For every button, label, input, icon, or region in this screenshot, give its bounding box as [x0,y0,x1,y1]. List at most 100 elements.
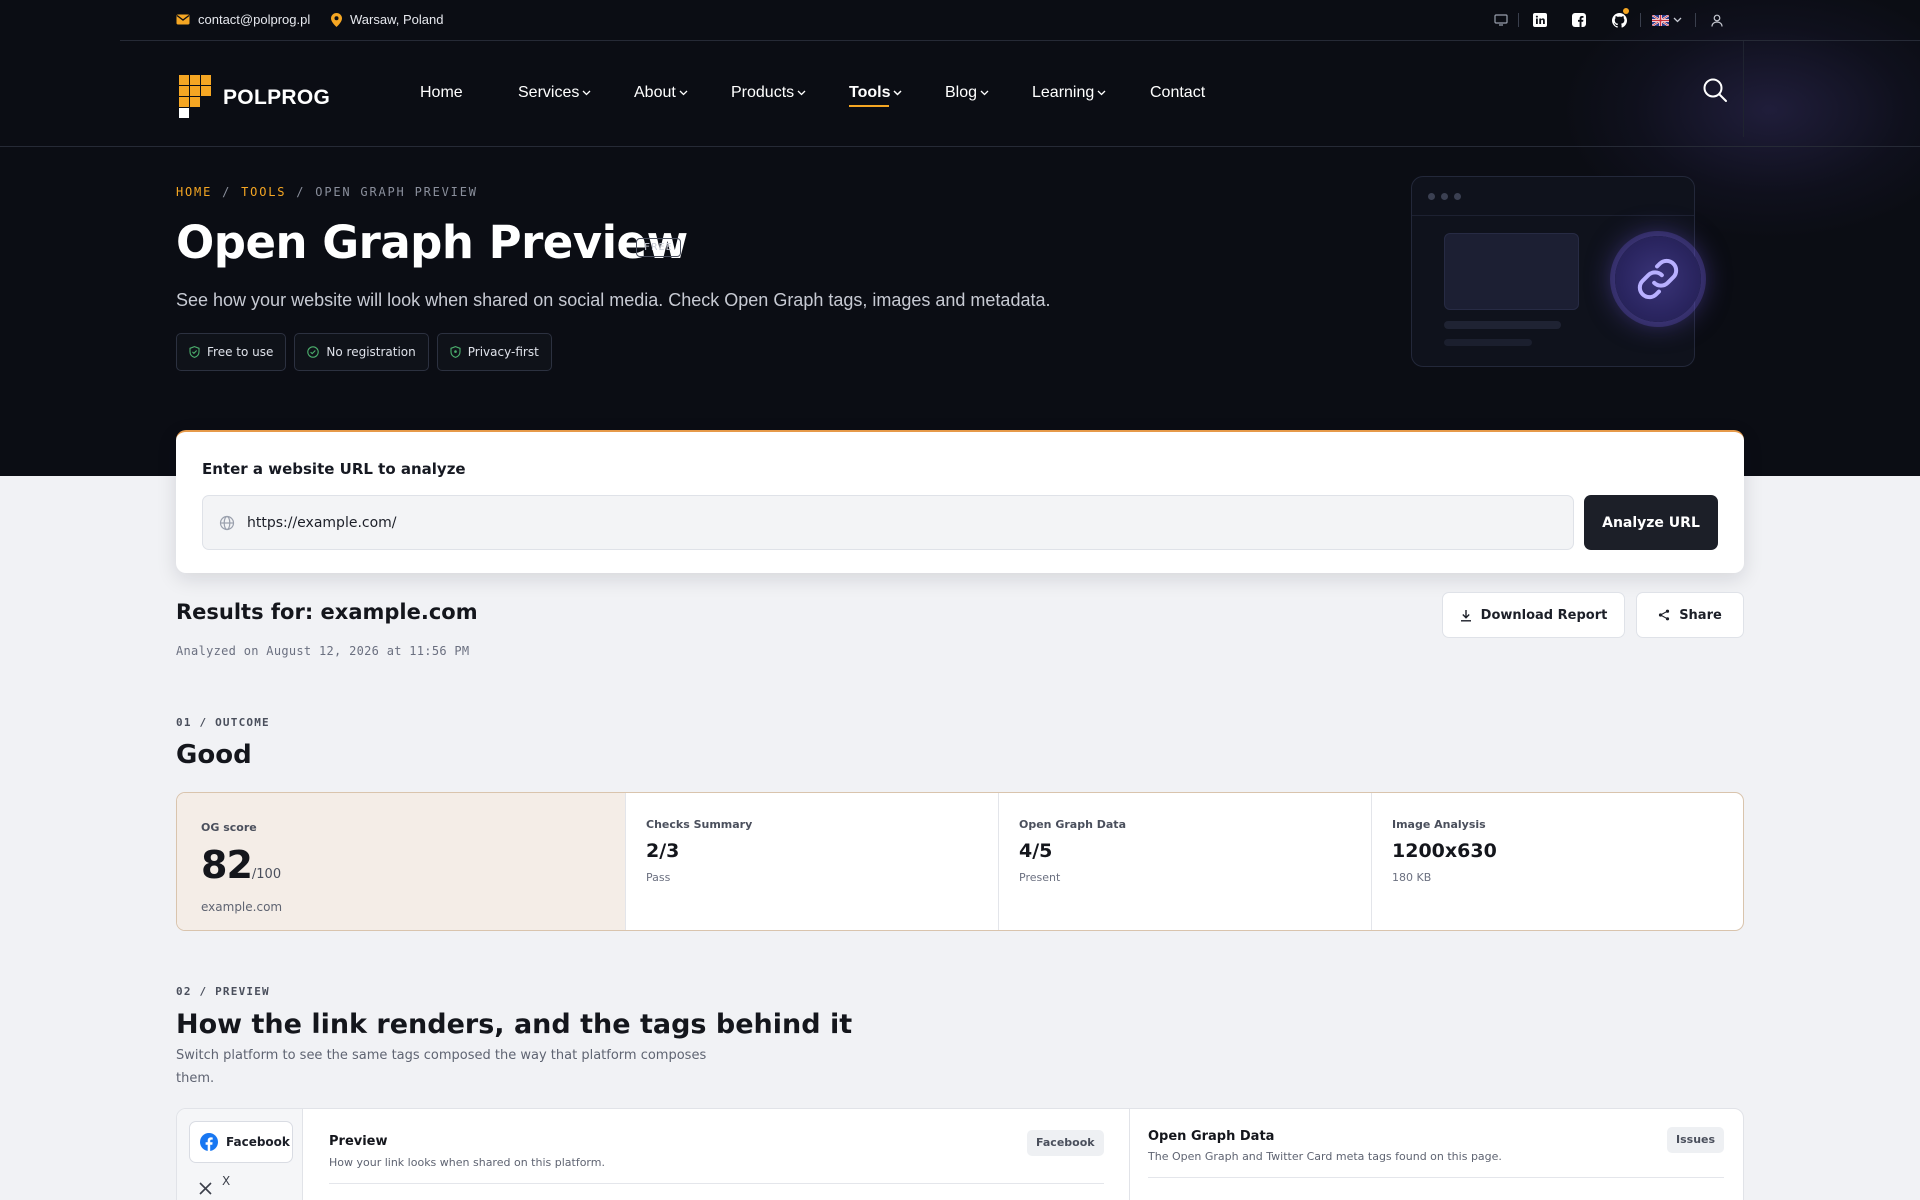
platform-tab-x[interactable]: X [199,1174,230,1195]
platform-chip: Facebook [1027,1130,1104,1156]
contact-email[interactable]: contact@polprog.pl [176,12,310,27]
facebook-icon[interactable] [1568,9,1590,31]
nav-item-label: Home [420,84,463,101]
page-title: Open Graph Preview [176,216,688,269]
og-score-domain: example.com [201,900,283,914]
divider [1412,215,1694,216]
outcome-title: Good [176,740,252,770]
breadcrumb-tools[interactable]: TOOLS [241,185,286,199]
top-bar-actions [1490,8,1728,31]
link-icon [1615,236,1701,322]
og-score-label: OG score [201,821,257,834]
logo[interactable]: POLPROG [179,75,330,121]
analysis-date: Analyzed on August 12, 2026 at 11:56 PM [176,644,470,658]
shield-check-icon [189,346,200,358]
download-icon [1460,609,1471,621]
platform-tab-label: X [222,1174,231,1188]
stat-note: Present [1019,871,1061,884]
nav-item-label: Blog [945,84,978,101]
chevron-down-icon [679,90,688,96]
nav-item-label: Learning [1032,84,1095,101]
section-kicker-preview: 02 / PREVIEW [176,985,270,998]
url-input[interactable] [247,514,1547,531]
checks-summary-card: Checks Summary 2/3 Pass [625,793,998,930]
url-label: Enter a website URL to analyze [202,460,466,478]
chevron-down-icon [893,90,903,96]
feature-pill-label: Free to use [207,345,274,359]
platform-tab-label: Facebook [226,1135,290,1149]
text-placeholder [1444,339,1532,346]
shield-icon [450,346,461,358]
x-logo-icon [199,1181,212,1195]
nav-item-label: Products [731,84,795,101]
breadcrumb: HOME / TOOLS / OPEN GRAPH PREVIEW [176,185,478,199]
linkedin-icon[interactable] [1529,9,1551,31]
outcome-stats: OG score 82/100 example.com Checks Summa… [176,792,1744,931]
stat-label: Open Graph Data [1019,818,1126,831]
stat-value: 2/3 [646,840,680,862]
language-selector[interactable] [1647,9,1687,31]
window-dots [1428,193,1461,200]
divider [1518,13,1519,27]
og-score-card: OG score 82/100 example.com [177,793,625,930]
stat-label: Checks Summary [646,818,753,831]
feature-pill: Privacy-first [436,333,552,371]
platform-switcher: Facebook X [177,1109,303,1200]
open-graph-data-card: Open Graph Data 4/5 Present [998,793,1371,930]
preview-panel: Facebook X Preview How your link looks w… [176,1108,1744,1200]
nav-item-services[interactable]: Services [518,84,591,102]
nav-item-home[interactable]: Home [420,84,463,102]
hero-illustration [1411,176,1701,367]
feature-pill: No registration [294,333,429,371]
share-button[interactable]: Share [1636,592,1744,638]
og-data-title: Open Graph Data [1148,1129,1275,1144]
contact-email-text: contact@polprog.pl [198,12,311,27]
analyze-card: Enter a website URL to analyze Analyze U… [176,430,1744,573]
nav-item-label: About [634,84,676,101]
nav-item-products[interactable]: Products [731,84,806,102]
nav-item-about[interactable]: About [634,84,688,102]
section-kicker-outcome: 01 / OUTCOME [176,716,270,729]
nav-item-contact[interactable]: Contact [1150,84,1205,102]
stat-value: 1200x630 [1392,840,1497,862]
breadcrumb-current: OPEN GRAPH PREVIEW [315,185,478,199]
search-button[interactable] [1702,77,1728,103]
chevron-down-icon [1097,90,1106,96]
chevron-down-icon [582,90,591,96]
map-pin-icon [331,12,342,27]
active-underline [849,105,889,107]
text-placeholder [1444,321,1561,329]
platform-tab-facebook[interactable]: Facebook [189,1121,293,1163]
notification-dot [1623,8,1629,14]
og-score-unit: /100 [251,867,282,882]
github-icon[interactable] [1608,8,1630,31]
location-text: Warsaw, Poland [350,12,444,27]
search-icon [1703,78,1727,102]
nav-item-blog[interactable]: Blog [945,84,989,102]
divider [329,1183,1104,1184]
breadcrumb-separator: / [222,185,232,199]
breadcrumb-separator: / [296,185,306,199]
nav-item-tools[interactable]: Tools [849,84,903,107]
issues-chip[interactable]: Issues [1667,1127,1725,1153]
url-field[interactable] [202,495,1574,550]
divider [1743,41,1744,137]
mail-icon [176,14,190,25]
nav-item-label: Tools [849,84,891,101]
main-nav: POLPROG Home Services About Products Too… [0,41,1920,147]
free-badge: FREE [636,238,681,257]
polprog-logo-icon [179,75,211,118]
feature-pills: Free to use No registration Privacy-firs… [176,333,552,371]
preview-pane: Preview How your link looks when shared … [303,1109,1130,1200]
user-icon[interactable] [1706,9,1728,31]
analyze-url-button[interactable]: Analyze URL [1584,495,1718,550]
globe-icon [219,515,235,530]
breadcrumb-home[interactable]: HOME [176,185,212,199]
chevron-down-icon [797,90,806,96]
share-label: Share [1679,607,1722,623]
monitor-icon[interactable] [1490,9,1512,31]
divider [1148,1177,1724,1178]
divider [1640,13,1641,27]
nav-item-learning[interactable]: Learning [1032,84,1106,102]
download-report-button[interactable]: Download Report [1442,592,1625,638]
